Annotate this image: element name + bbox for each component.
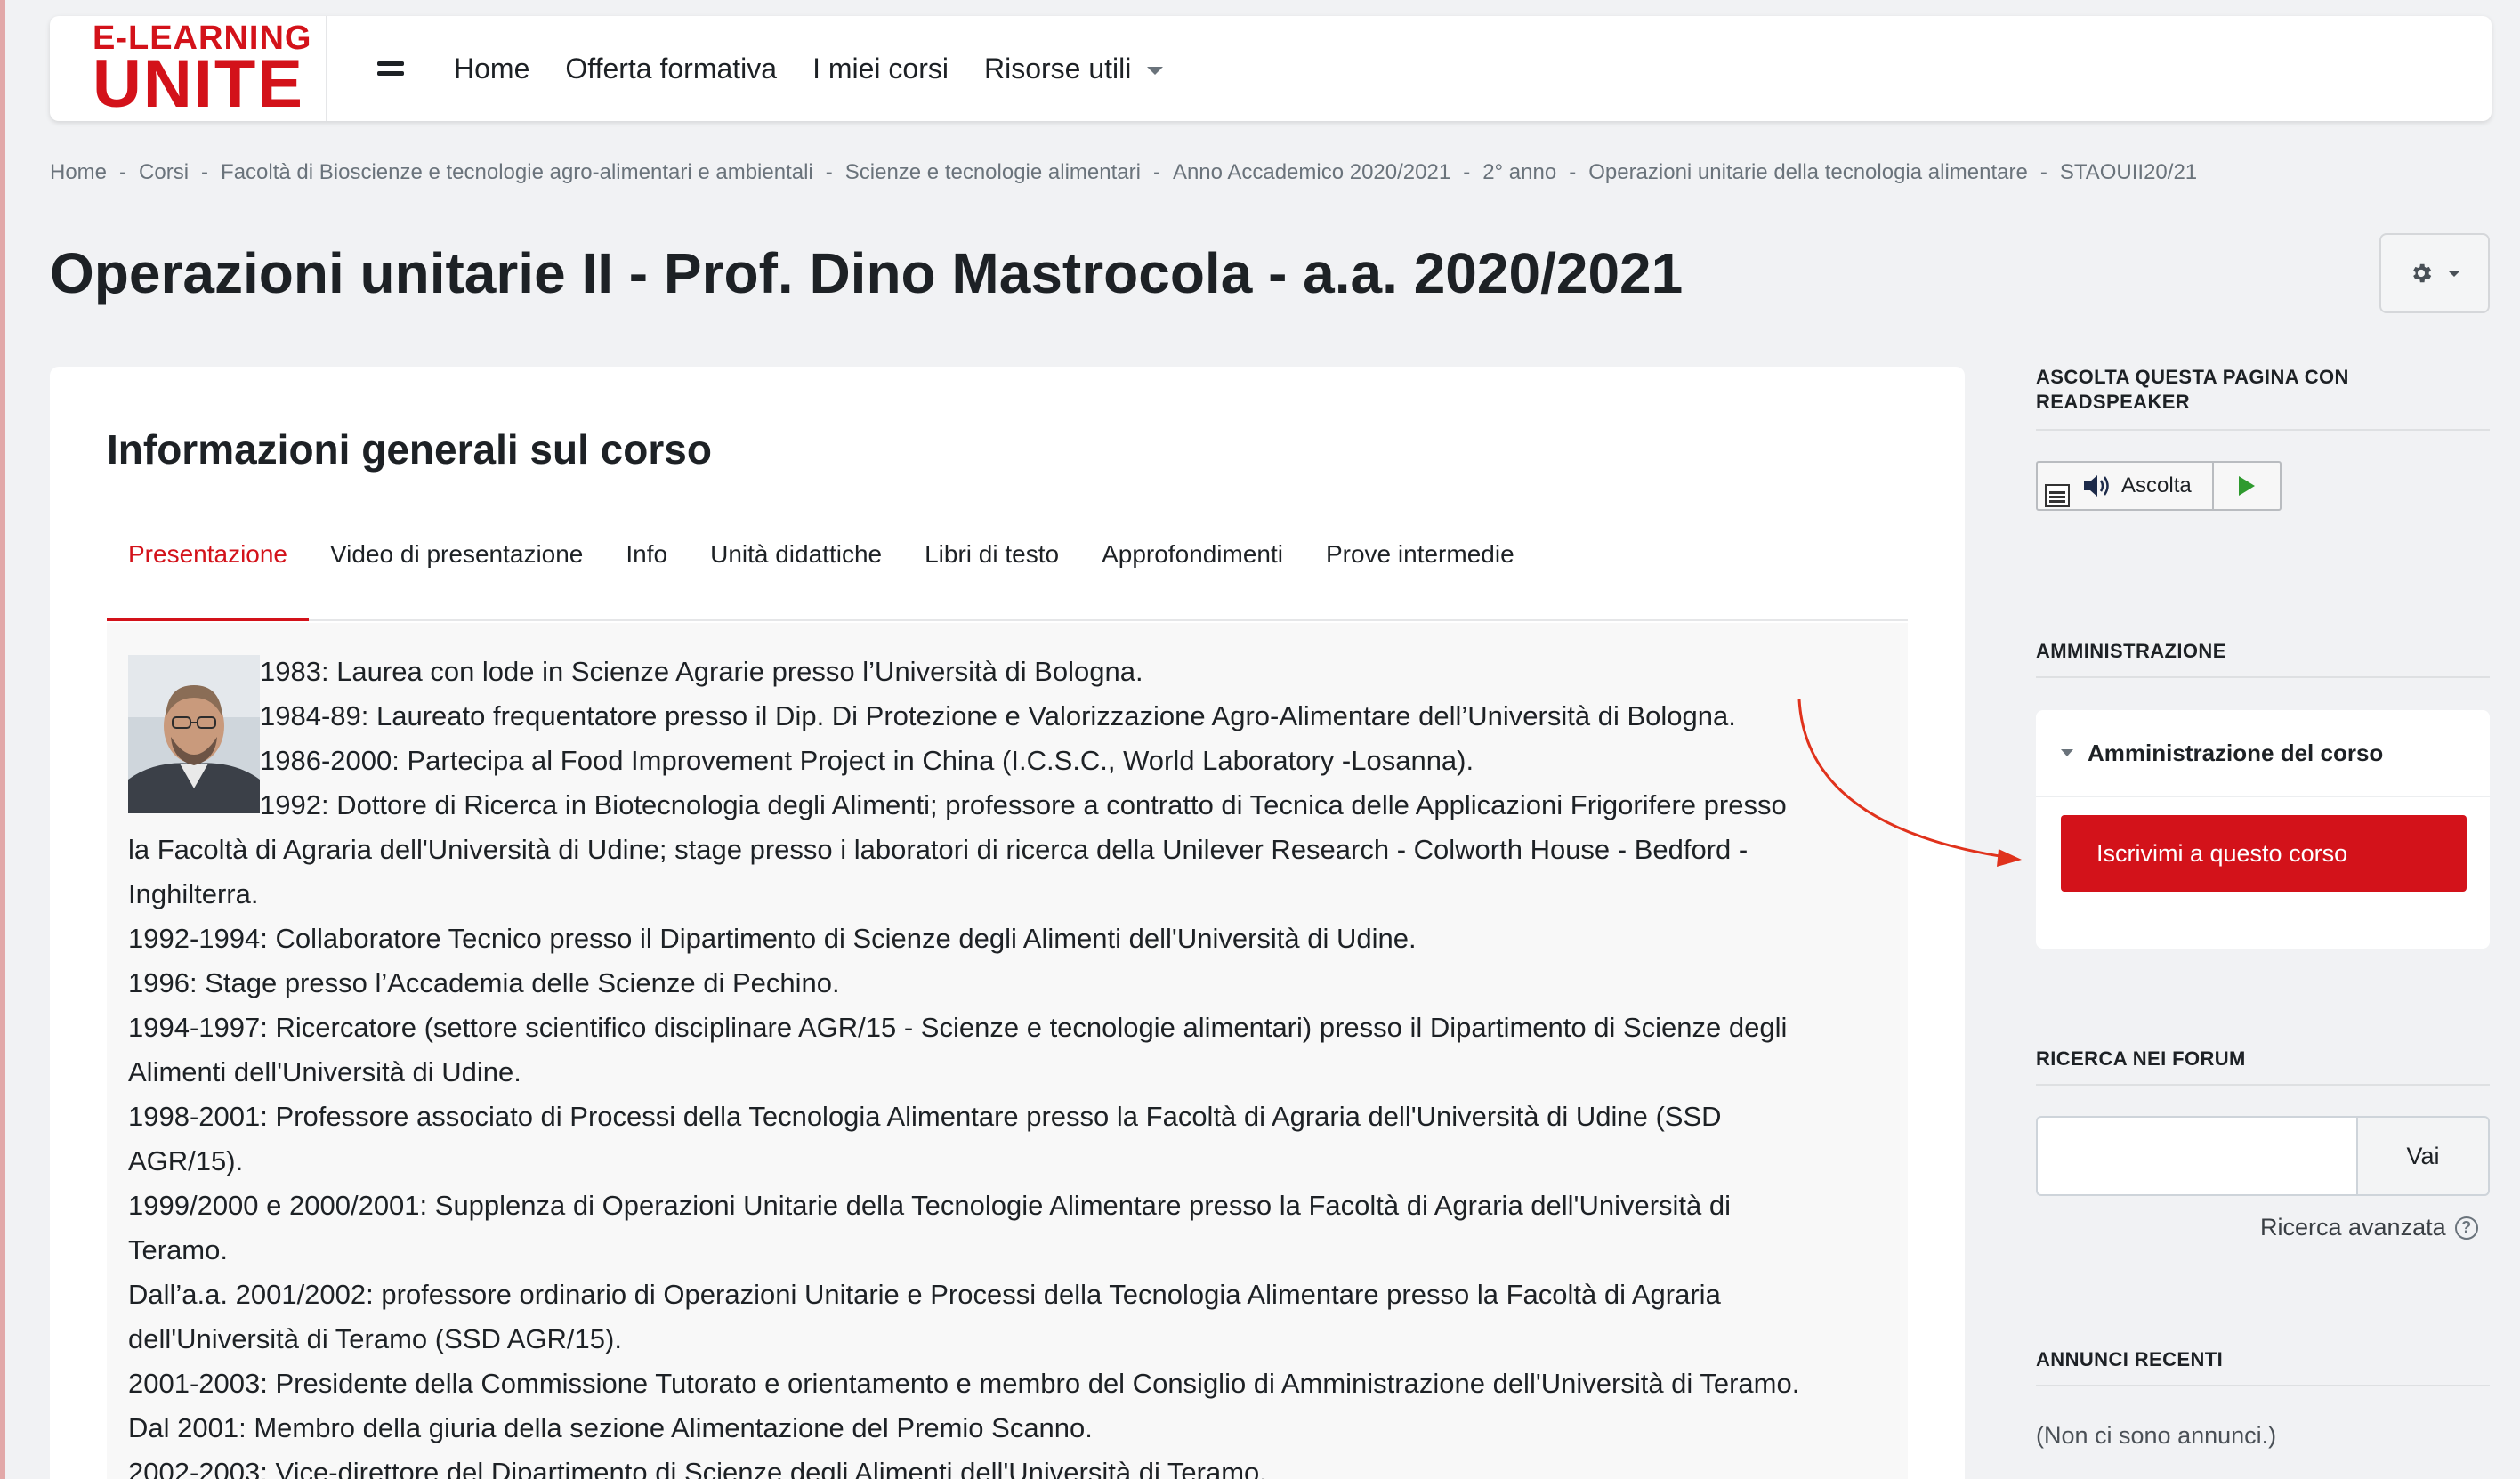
menu-toggle-icon[interactable] [377, 61, 404, 76]
course-tabs: Presentazione Video di presentazione Inf… [107, 536, 1908, 621]
bio-line: Inghilterra. [128, 878, 259, 909]
left-edge-strip [0, 0, 5, 1479]
course-admin-label: Amministrazione del corso [2088, 739, 2384, 766]
bio-line: AGR/15). [128, 1145, 244, 1176]
site-logo[interactable]: E-LEARNING UNITE [50, 16, 327, 121]
readspeaker-menu-icon[interactable] [2038, 463, 2077, 509]
logo-main-text: UNITE [93, 46, 304, 122]
breadcrumb-separator: - [119, 160, 127, 184]
bio-line: Teramo. [128, 1234, 228, 1265]
no-news-text: (Non ci sono annunci.) [2036, 1422, 2277, 1449]
nav-home[interactable]: Home [436, 53, 547, 85]
tab-prove-intermedie[interactable]: Prove intermedie [1304, 536, 1536, 621]
readspeaker-listen-label: Ascolta [2121, 473, 2192, 497]
gear-icon [2413, 263, 2432, 283]
breadcrumb-separator: - [2039, 160, 2048, 184]
bio-line: Dal 2001: Membro della giuria della sezi… [128, 1412, 1093, 1443]
tab-info[interactable]: Info [604, 536, 689, 621]
primary-nav: Home Offerta formativa I miei corsi Riso… [436, 53, 1181, 85]
nav-risorse-utili[interactable]: Risorse utili [966, 53, 1181, 85]
bio-line: 1994-1997: Ricercatore (settore scientif… [128, 1012, 1788, 1043]
breadcrumb-item[interactable]: 2° anno [1482, 160, 1556, 185]
forum-search-input[interactable] [2036, 1116, 2356, 1196]
readspeaker-listen-button[interactable]: Ascolta [2077, 463, 2214, 509]
readspeaker-block-title: ASCOLTA QUESTA PAGINA CON READSPEAKER [2036, 366, 2349, 413]
divider [2036, 429, 2490, 431]
forum-search-button[interactable]: Vai [2356, 1116, 2490, 1196]
breadcrumb-separator: - [1152, 160, 1160, 184]
bio-line: Dall’a.a. 2001/2002: professore ordinari… [128, 1279, 1721, 1310]
top-navbar: E-LEARNING UNITE Home Offerta formativa … [50, 16, 2492, 121]
breadcrumb-item[interactable]: Corsi [139, 160, 189, 185]
bio-line: 1984-89: Laureato frequentatore presso i… [260, 700, 1736, 731]
bio-line: 1983: Laurea con lode in Scienze Agrarie… [260, 656, 1143, 687]
help-icon[interactable]: ? [2454, 1216, 2478, 1240]
nav-i-miei-corsi[interactable]: I miei corsi [795, 53, 966, 85]
breadcrumb-separator: - [1463, 160, 1471, 184]
biography-text: 1983: Laurea con lode in Scienze Agrarie… [128, 650, 1899, 1479]
tab-video-di-presentazione[interactable]: Video di presentazione [309, 536, 604, 621]
play-icon[interactable] [2214, 463, 2280, 509]
advanced-search-link[interactable]: Ricerca avanzata ? [2260, 1214, 2478, 1241]
section-title: Informazioni generali sul corso [107, 426, 712, 473]
tab-libri-di-testo[interactable]: Libri di testo [903, 536, 1080, 621]
course-summary-card: Informazioni generali sul corso Presenta… [50, 367, 1965, 1479]
bio-line: la Facoltà di Agraria dell'Università di… [128, 834, 1749, 865]
admin-block: Amministrazione del corso Iscrivimi a qu… [2036, 710, 2490, 949]
page-title: Operazioni unitarie II - Prof. Dino Mast… [50, 241, 1684, 305]
bio-line: 1986-2000: Partecipa al Food Improvement… [260, 745, 1474, 776]
bio-line: 2002-2003: Vice-direttore del Dipartimen… [128, 1457, 1267, 1479]
bio-line: 1992-1994: Collaboratore Tecnico presso … [128, 923, 1417, 954]
bio-line: 1992: Dottore di Ricerca in Biotecnologi… [260, 789, 1787, 820]
breadcrumb-item[interactable]: Scienze e tecnologie alimentari [845, 160, 1141, 185]
bio-line: 1999/2000 e 2000/2001: Supplenza di Oper… [128, 1190, 1732, 1221]
bio-line: 1996: Stage presso l’Accademia delle Sci… [128, 967, 840, 998]
course-settings-button[interactable] [2379, 233, 2490, 313]
breadcrumb-item[interactable]: Home [50, 160, 107, 185]
breadcrumb-separator: - [1569, 160, 1577, 184]
readspeaker-widget: Ascolta [2036, 461, 2282, 511]
breadcrumb-separator: - [201, 160, 209, 184]
bio-line: 2001-2003: Presidente della Commissione … [128, 1368, 1800, 1399]
breadcrumb: Home - Corsi - Facoltà di Bioscienze e t… [50, 160, 2197, 185]
tab-unita-didattiche[interactable]: Unità didattiche [689, 536, 903, 621]
nav-risorse-utili-label: Risorse utili [983, 52, 1132, 85]
chevron-down-icon [2061, 749, 2073, 756]
enroll-button[interactable]: Iscrivimi a questo corso [2061, 815, 2467, 892]
admin-block-title: AMMINISTRAZIONE [2036, 640, 2226, 662]
divider [2036, 1385, 2490, 1386]
tab-content-presentazione: 1983: Laurea con lode in Scienze Agrarie… [107, 623, 1908, 1479]
bio-line: 1998-2001: Professore associato di Proce… [128, 1101, 1722, 1132]
course-admin-toggle[interactable]: Amministrazione del corso [2036, 710, 2490, 797]
bio-line: Alimenti dell'Università di Udine. [128, 1056, 521, 1087]
divider [2036, 676, 2490, 678]
speaker-icon [2084, 475, 2109, 497]
forum-search-title: RICERCA NEI FORUM [2036, 1047, 2246, 1070]
advanced-search-label: Ricerca avanzata [2260, 1214, 2446, 1241]
breadcrumb-item[interactable]: Facoltà di Bioscienze e tecnologie agro-… [221, 160, 813, 185]
annotation-arrow-icon [1797, 699, 2022, 867]
tab-presentazione[interactable]: Presentazione [107, 536, 310, 621]
news-block-title: ANNUNCI RECENTI [2036, 1348, 2224, 1370]
nav-offerta-formativa[interactable]: Offerta formativa [547, 53, 795, 85]
professor-photo [128, 655, 260, 813]
breadcrumb-item[interactable]: Operazioni unitarie della tecnologia ali… [1588, 160, 2028, 185]
bio-line: dell'Università di Teramo (SSD AGR/15). [128, 1323, 622, 1354]
forum-search-form: Vai [2036, 1116, 2490, 1196]
breadcrumb-separator: - [825, 160, 833, 184]
breadcrumb-item[interactable]: Anno Accademico 2020/2021 [1173, 160, 1450, 185]
chevron-down-icon [1147, 66, 1164, 75]
tab-approfondimenti[interactable]: Approfondimenti [1080, 536, 1304, 621]
divider [2036, 1084, 2490, 1086]
chevron-down-icon [2448, 270, 2460, 277]
breadcrumb-item-current[interactable]: STAOUII20/21 [2060, 160, 2197, 185]
